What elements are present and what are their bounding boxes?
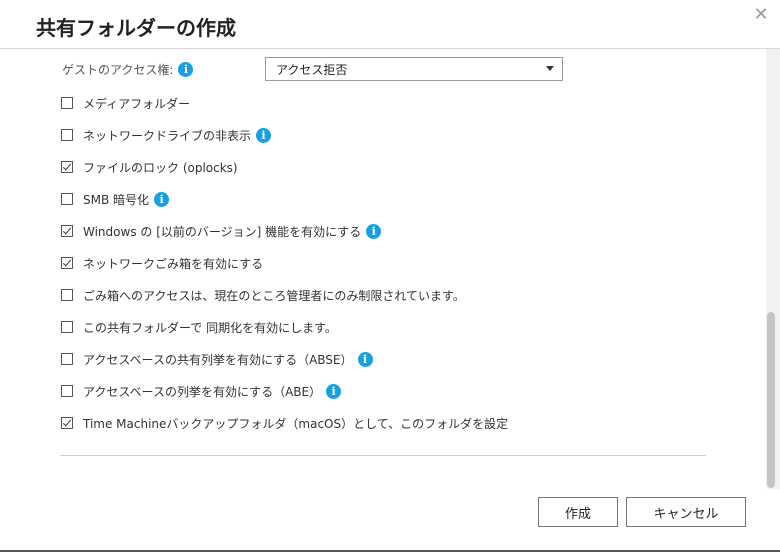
guest-access-select[interactable]: アクセス拒否: [265, 57, 563, 81]
option-row[interactable]: ネットワークドライブの非表示 i: [61, 125, 272, 145]
option-label: メディアフォルダー: [83, 96, 191, 111]
cancel-button[interactable]: キャンセル: [626, 497, 746, 527]
checkbox-unchecked[interactable]: [61, 353, 73, 365]
chevron-down-icon: [546, 66, 554, 71]
option-label: SMB 暗号化: [83, 192, 150, 207]
option-row[interactable]: アクセスベースの共有列挙を有効にする（ABSE） i: [61, 349, 373, 369]
info-icon[interactable]: i: [178, 61, 194, 77]
close-icon[interactable]: ✕: [750, 4, 772, 26]
checkbox-checked[interactable]: [61, 225, 73, 237]
scrollbar-thumb[interactable]: [767, 312, 775, 488]
content-divider: [60, 455, 706, 456]
option-label: Windows の [以前のバージョン] 機能を有効にする: [83, 224, 362, 239]
options-scroll-area[interactable]: ゲストのアクセス権: i アクセス拒否 メディアフォルダーネットワークドライブの…: [0, 49, 766, 489]
option-label: ネットワークごみ箱を有効にする: [83, 256, 264, 271]
checkbox-unchecked[interactable]: [61, 129, 73, 141]
option-row[interactable]: SMB 暗号化 i: [61, 189, 170, 209]
option-label: ネットワークドライブの非表示: [83, 128, 252, 143]
checkbox-unchecked[interactable]: [61, 193, 73, 205]
option-label: ごみ箱へのアクセスは、現在のところ管理者にのみ制限されています。: [83, 288, 465, 303]
option-row[interactable]: ネットワークごみ箱を有効にする: [61, 253, 263, 273]
option-row[interactable]: アクセスベースの列挙を有効にする（ABE） i: [61, 381, 342, 401]
dialog-title: 共有フォルダーの作成: [36, 16, 236, 40]
option-row[interactable]: ファイルのロック (oplocks): [61, 157, 238, 177]
guest-access-selected-value: アクセス拒否: [276, 62, 348, 77]
checkbox-checked[interactable]: [61, 417, 73, 429]
option-row[interactable]: この共有フォルダーで 同期化を有効にします。: [61, 317, 337, 337]
checkbox-unchecked[interactable]: [61, 321, 73, 333]
option-row[interactable]: ごみ箱へのアクセスは、現在のところ管理者にのみ制限されています。: [61, 285, 465, 305]
checkbox-checked[interactable]: [61, 161, 73, 173]
guest-access-label: ゲストのアクセス権:: [62, 62, 174, 77]
info-icon[interactable]: i: [326, 383, 342, 399]
option-label: この共有フォルダーで 同期化を有効にします。: [83, 320, 337, 335]
checkbox-unchecked[interactable]: [61, 385, 73, 397]
option-label: アクセスベースの共有列挙を有効にする（ABSE）: [83, 352, 353, 367]
guest-access-row: ゲストのアクセス権: i: [62, 57, 194, 81]
option-row[interactable]: Time Machineバックアップフォルダ（macOS）として、このフォルダを…: [61, 413, 508, 433]
create-button[interactable]: 作成: [538, 497, 618, 527]
option-label: ファイルのロック (oplocks): [83, 160, 238, 175]
option-row[interactable]: Windows の [以前のバージョン] 機能を有効にする i: [61, 221, 382, 241]
checkbox-unchecked[interactable]: [61, 97, 73, 109]
info-icon[interactable]: i: [366, 223, 382, 239]
info-icon[interactable]: i: [357, 351, 373, 367]
checkbox-unchecked[interactable]: [61, 289, 73, 301]
checkbox-checked[interactable]: [61, 257, 73, 269]
info-icon[interactable]: i: [154, 191, 170, 207]
option-label: Time Machineバックアップフォルダ（macOS）として、このフォルダを…: [83, 416, 509, 431]
info-icon[interactable]: i: [256, 127, 272, 143]
option-label: アクセスベースの列挙を有効にする（ABE）: [83, 384, 322, 399]
create-shared-folder-dialog: 共有フォルダーの作成 ✕ ゲストのアクセス権: i アクセス拒否 メディアフォル…: [0, 0, 780, 552]
option-row[interactable]: メディアフォルダー: [61, 93, 190, 113]
